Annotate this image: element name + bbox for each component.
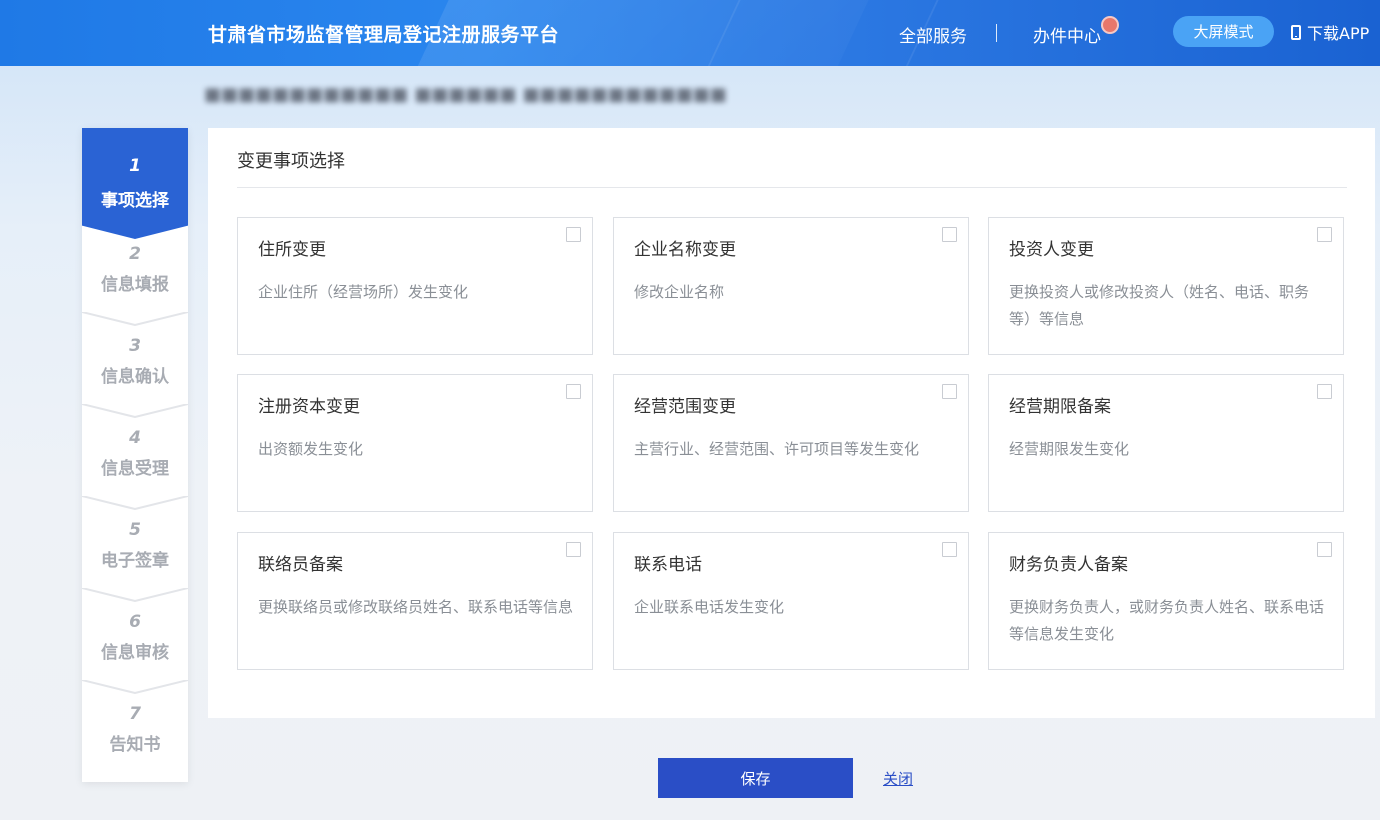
step-4[interactable]: 4 信息受理: [82, 404, 188, 496]
company-name: ■■■■■■■■■■■■ ■■■■■■ ■■■■■■■■■■■■: [204, 84, 727, 105]
card-title: 投资人变更: [1009, 240, 1094, 260]
card-description: 企业联系电话发生变化: [634, 598, 785, 616]
save-button[interactable]: 保存: [658, 758, 853, 798]
step-sidebar: 1 事项选择 2 信息填报 3 信息确认 4 信息受理 5 电子签章 6 信息审…: [82, 128, 188, 782]
card-description: 经营期限发生变化: [1009, 440, 1130, 458]
step-label: 事项选择: [101, 191, 169, 211]
step-2[interactable]: 2 信息填报: [82, 220, 188, 312]
change-card-liaison[interactable]: 联络员备案 更换联络员或修改联络员姓名、联系电话等信息: [237, 532, 593, 670]
change-card-company-name[interactable]: 企业名称变更 修改企业名称: [613, 217, 969, 355]
card-checkbox[interactable]: [1317, 384, 1332, 399]
panel-divider: [237, 187, 1347, 188]
card-title: 经营范围变更: [634, 397, 736, 417]
change-card-address[interactable]: 住所变更 企业住所（经营场所）发生变化: [237, 217, 593, 355]
card-title: 经营期限备案: [1009, 397, 1111, 417]
big-screen-mode-button[interactable]: 大屏模式: [1173, 16, 1274, 47]
panel-title: 变更事项选择: [237, 151, 345, 172]
phone-icon: [1291, 24, 1301, 40]
change-card-registered-capital[interactable]: 注册资本变更 出资额发生变化: [237, 374, 593, 512]
step-3[interactable]: 3 信息确认: [82, 312, 188, 404]
card-checkbox[interactable]: [942, 384, 957, 399]
change-card-contact-phone[interactable]: 联系电话 企业联系电话发生变化: [613, 532, 969, 670]
nav-separator: [996, 24, 997, 42]
step-number: 3: [129, 336, 141, 356]
card-title: 联络员备案: [258, 555, 343, 575]
step-label: 信息填报: [101, 275, 169, 295]
card-checkbox[interactable]: [566, 384, 581, 399]
card-description: 出资额发生变化: [258, 440, 364, 458]
step-number: 4: [129, 428, 141, 448]
step-label: 信息受理: [101, 459, 169, 479]
card-title: 财务负责人备案: [1009, 555, 1128, 575]
step-label: 信息确认: [101, 367, 169, 387]
card-checkbox[interactable]: [942, 227, 957, 242]
card-title: 注册资本变更: [258, 397, 360, 417]
close-link[interactable]: 关闭: [883, 768, 913, 789]
card-checkbox[interactable]: [1317, 542, 1332, 557]
step-label: 电子签章: [101, 551, 169, 571]
card-checkbox[interactable]: [566, 227, 581, 242]
step-number: 7: [129, 704, 141, 724]
change-card-business-scope[interactable]: 经营范围变更 主营行业、经营范围、许可项目等发生变化: [613, 374, 969, 512]
site-title[interactable]: 甘肃省市场监督管理局登记注册服务平台: [208, 20, 559, 47]
card-description: 主营行业、经营范围、许可项目等发生变化: [634, 440, 920, 458]
change-card-business-term[interactable]: 经营期限备案 经营期限发生变化: [988, 374, 1344, 512]
notification-badge: [1101, 16, 1119, 34]
step-6[interactable]: 6 信息审核: [82, 588, 188, 680]
nav-all-services[interactable]: 全部服务: [899, 22, 967, 47]
top-header: 甘肃省市场监督管理局登记注册服务平台 全部服务 办件中心 大屏模式 下载APP: [0, 0, 1380, 66]
download-app-link[interactable]: 下载APP: [1291, 20, 1369, 44]
step-label: 告知书: [109, 735, 161, 755]
nav-work-center[interactable]: 办件中心: [1033, 22, 1101, 47]
card-description: 更换投资人或修改投资人（姓名、电话、职务等）等信息: [1009, 283, 1310, 328]
card-checkbox[interactable]: [566, 542, 581, 557]
step-number: 6: [129, 612, 141, 632]
step-number: 5: [129, 520, 141, 540]
step-number: 2: [129, 244, 141, 264]
step-7[interactable]: 7 告知书: [82, 680, 188, 772]
change-card-investor[interactable]: 投资人变更 更换投资人或修改投资人（姓名、电话、职务等）等信息: [988, 217, 1344, 355]
card-title: 企业名称变更: [634, 240, 736, 260]
step-number: 1: [129, 156, 141, 176]
card-checkbox[interactable]: [1317, 227, 1332, 242]
card-description: 更换财务负责人，或财务负责人姓名、联系电话等信息发生变化: [1009, 598, 1325, 643]
card-description: 企业住所（经营场所）发生变化: [258, 283, 469, 301]
card-checkbox[interactable]: [942, 542, 957, 557]
step-label: 信息审核: [101, 643, 169, 663]
card-title: 住所变更: [258, 240, 326, 260]
download-app-label: 下载APP: [1307, 24, 1370, 43]
step-5[interactable]: 5 电子签章: [82, 496, 188, 588]
change-items-panel: 变更事项选择 住所变更 企业住所（经营场所）发生变化 企业名称变更 修改企业名称…: [208, 128, 1375, 718]
card-title: 联系电话: [634, 555, 702, 575]
change-card-finance-officer[interactable]: 财务负责人备案 更换财务负责人，或财务负责人姓名、联系电话等信息发生变化: [988, 532, 1344, 670]
card-description: 更换联络员或修改联络员姓名、联系电话等信息: [258, 598, 574, 616]
card-description: 修改企业名称: [634, 283, 725, 301]
